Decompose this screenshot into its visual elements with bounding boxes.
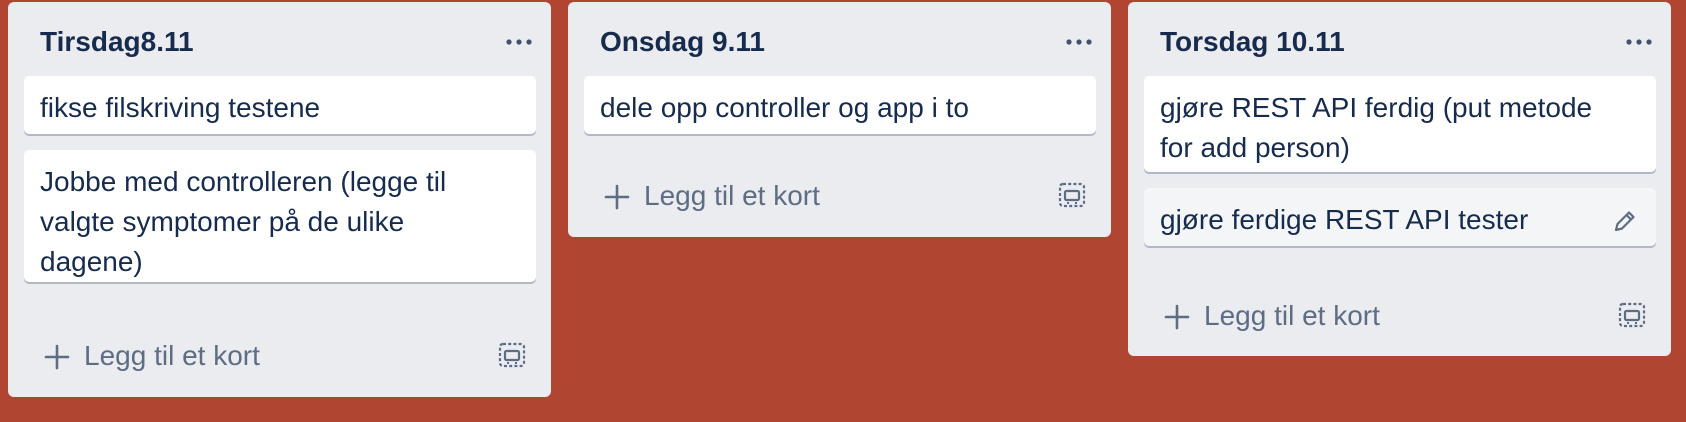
card[interactable]: gjøre ferdige REST API tester <box>1144 188 1656 246</box>
plus-icon <box>1164 304 1190 330</box>
card[interactable]: Jobbe med controlleren (legge til valgte… <box>24 150 536 282</box>
add-card-label: Legg til et kort <box>84 340 260 371</box>
pencil-edit-icon[interactable] <box>1612 208 1638 234</box>
plus-icon <box>44 344 70 370</box>
list-menu-button[interactable] <box>1063 26 1095 58</box>
more-horizontal-icon <box>1626 39 1652 45</box>
card[interactable]: fikse filskriving testene <box>24 76 536 134</box>
list-title[interactable]: Onsdag 9.11 <box>600 22 765 62</box>
list-menu-button[interactable] <box>1623 26 1655 58</box>
more-horizontal-icon <box>1066 39 1092 45</box>
add-card-label: Legg til et kort <box>644 180 820 211</box>
card-title: gjøre REST API ferdig (put metode for ad… <box>1160 92 1593 163</box>
card-title: fikse filskriving testene <box>40 92 321 123</box>
card-template-icon[interactable] <box>1617 300 1647 330</box>
card-title: gjøre ferdige REST API tester <box>1160 204 1529 235</box>
card-template-icon[interactable] <box>1057 180 1087 210</box>
add-card-button[interactable]: Legg til et kort <box>1144 292 1656 340</box>
card-template-icon[interactable] <box>497 340 527 370</box>
more-horizontal-icon <box>506 39 532 45</box>
plus-icon <box>604 184 630 210</box>
list-torsdag: Torsdag 10.11 gjøre REST API ferdig (put… <box>1128 2 1671 356</box>
list-menu-button[interactable] <box>503 26 535 58</box>
add-card-button[interactable]: Legg til et kort <box>584 172 1096 220</box>
card-title: dele opp controller og app i to <box>600 92 969 123</box>
list-title[interactable]: Torsdag 10.11 <box>1160 22 1345 62</box>
list-tirsdag: Tirsdag8.11 fikse filskriving testene Jo… <box>8 2 551 397</box>
card[interactable]: gjøre REST API ferdig (put metode for ad… <box>1144 76 1656 172</box>
add-card-label: Legg til et kort <box>1204 300 1380 331</box>
list-title[interactable]: Tirsdag8.11 <box>40 22 194 62</box>
card-title: Jobbe med controlleren (legge til valgte… <box>40 166 447 277</box>
list-onsdag: Onsdag 9.11 dele opp controller og app i… <box>568 2 1111 237</box>
card[interactable]: dele opp controller og app i to <box>584 76 1096 134</box>
add-card-button[interactable]: Legg til et kort <box>24 332 536 380</box>
